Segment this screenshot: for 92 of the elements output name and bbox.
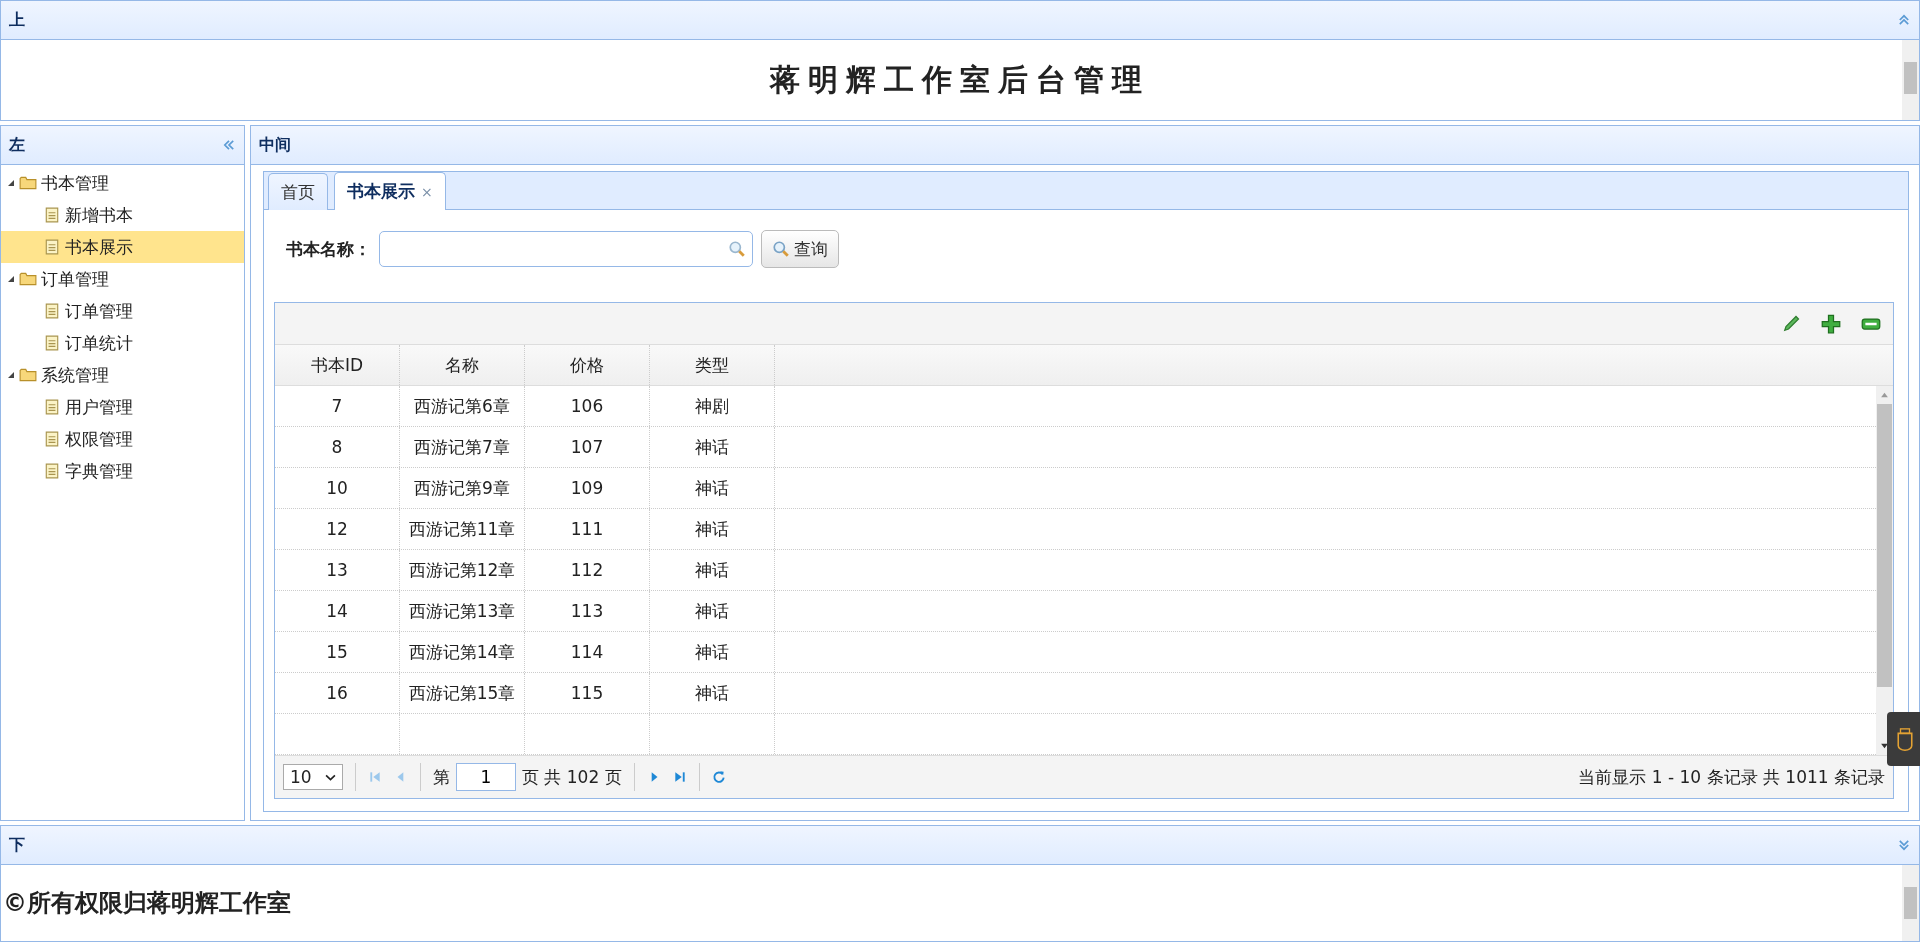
table-cell: 16 bbox=[275, 673, 400, 713]
refresh-icon[interactable] bbox=[711, 770, 726, 784]
table-cell: 西游记第11章 bbox=[400, 509, 525, 549]
folder-icon bbox=[19, 271, 37, 287]
tree-item[interactable]: 新增书本 bbox=[1, 199, 244, 231]
search-icon[interactable] bbox=[728, 240, 746, 258]
tree-item[interactable]: 用户管理 bbox=[1, 391, 244, 423]
table-cell: 西游记第13章 bbox=[400, 591, 525, 631]
expand-arrow-icon[interactable] bbox=[7, 371, 15, 379]
document-icon bbox=[43, 207, 61, 223]
search-icon bbox=[772, 240, 790, 258]
table-cell: 神话 bbox=[650, 427, 775, 467]
column-header[interactable]: 名称 bbox=[400, 345, 525, 385]
table-cell: 神话 bbox=[650, 591, 775, 631]
table-cell: 111 bbox=[525, 509, 650, 549]
tree-item[interactable]: 订单管理 bbox=[1, 295, 244, 327]
table-cell: 西游记第15章 bbox=[400, 673, 525, 713]
table-cell: 神话 bbox=[650, 632, 775, 672]
table-cell: 西游记第6章 bbox=[400, 386, 525, 426]
tree-folder[interactable]: 系统管理 bbox=[1, 359, 244, 391]
page-label: 第 bbox=[433, 765, 450, 789]
scroll-up-arrow-icon[interactable] bbox=[1880, 391, 1889, 399]
tree-folder[interactable]: 书本管理 bbox=[1, 167, 244, 199]
table-cell: 7 bbox=[275, 386, 400, 426]
scroll-down-arrow-icon[interactable] bbox=[1880, 742, 1889, 750]
search-field[interactable] bbox=[379, 231, 753, 267]
add-icon[interactable] bbox=[1821, 313, 1841, 334]
table-cell: 神话 bbox=[650, 550, 775, 590]
panel-title: 中间 bbox=[259, 134, 291, 156]
edit-icon[interactable] bbox=[1781, 313, 1801, 334]
table-cell: 10 bbox=[275, 468, 400, 508]
record-count: 当前显示 1 - 10 条记录 共 1011 条记录 bbox=[1578, 765, 1885, 789]
tree-item[interactable]: 书本展示 bbox=[1, 231, 244, 263]
cup-icon bbox=[1896, 726, 1914, 752]
search-button[interactable]: 查询 bbox=[761, 230, 839, 268]
table-cell: 112 bbox=[525, 550, 650, 590]
floating-widget[interactable] bbox=[1887, 712, 1920, 766]
column-header[interactable]: 类型 bbox=[650, 345, 775, 385]
table-cell: 西游记第7章 bbox=[400, 427, 525, 467]
table-cell: 15 bbox=[275, 632, 400, 672]
table-cell: 115 bbox=[525, 673, 650, 713]
tree-item[interactable]: 权限管理 bbox=[1, 423, 244, 455]
tree-item[interactable]: 字典管理 bbox=[1, 455, 244, 487]
document-icon bbox=[43, 463, 61, 479]
scrollbar[interactable] bbox=[1876, 386, 1893, 755]
table-cell: 114 bbox=[525, 632, 650, 672]
document-icon bbox=[43, 399, 61, 415]
expand-arrow-icon[interactable] bbox=[7, 275, 15, 283]
table-cell: 109 bbox=[525, 468, 650, 508]
table-cell: 神话 bbox=[650, 468, 775, 508]
table-cell: 13 bbox=[275, 550, 400, 590]
table-cell: 神话 bbox=[650, 509, 775, 549]
scrollbar[interactable] bbox=[1902, 865, 1919, 941]
collapse-down-icon[interactable] bbox=[1897, 838, 1911, 852]
table-cell: 西游记第9章 bbox=[400, 468, 525, 508]
table-cell: 神话 bbox=[650, 673, 775, 713]
table-cell: 113 bbox=[525, 591, 650, 631]
expand-arrow-icon[interactable] bbox=[7, 179, 15, 187]
scrollbar[interactable] bbox=[1902, 40, 1919, 120]
page-number-field[interactable]: 1 bbox=[456, 763, 516, 791]
last-page-icon[interactable] bbox=[672, 770, 687, 784]
site-heading: 蒋明辉工作室后台管理 bbox=[770, 60, 1150, 99]
table-cell: 107 bbox=[525, 427, 650, 467]
tree-folder[interactable]: 订单管理 bbox=[1, 263, 244, 295]
page-count-label: 页 共 102 页 bbox=[522, 765, 622, 789]
table-cell: 西游记第14章 bbox=[400, 632, 525, 672]
folder-icon bbox=[19, 175, 37, 191]
table-cell: 14 bbox=[275, 591, 400, 631]
collapse-left-icon[interactable] bbox=[222, 138, 236, 152]
collapse-up-icon[interactable] bbox=[1897, 13, 1911, 27]
panel-title: 左 bbox=[9, 134, 25, 156]
page-size-select[interactable]: 10 bbox=[283, 764, 343, 790]
table-cell: 106 bbox=[525, 386, 650, 426]
panel-title: 上 bbox=[9, 9, 25, 31]
document-icon bbox=[43, 303, 61, 319]
column-header[interactable]: 书本ID bbox=[275, 345, 400, 385]
caret-icon bbox=[325, 773, 336, 781]
folder-icon bbox=[19, 367, 37, 383]
tab[interactable]: 书本展示 × bbox=[334, 172, 446, 210]
copyright-text: ©所有权限归蒋明辉工作室 bbox=[2, 888, 291, 919]
tab[interactable]: 首页 bbox=[268, 173, 328, 210]
document-icon bbox=[43, 431, 61, 447]
panel-title: 下 bbox=[9, 834, 25, 856]
table-cell: 西游记第12章 bbox=[400, 550, 525, 590]
table-cell: 神剧 bbox=[650, 386, 775, 426]
search-label: 书本名称： bbox=[286, 237, 371, 261]
table-cell: 8 bbox=[275, 427, 400, 467]
document-icon bbox=[43, 335, 61, 351]
column-header[interactable]: 价格 bbox=[525, 345, 650, 385]
table-cell: 12 bbox=[275, 509, 400, 549]
tree-item[interactable]: 订单统计 bbox=[1, 327, 244, 359]
document-icon bbox=[43, 239, 61, 255]
